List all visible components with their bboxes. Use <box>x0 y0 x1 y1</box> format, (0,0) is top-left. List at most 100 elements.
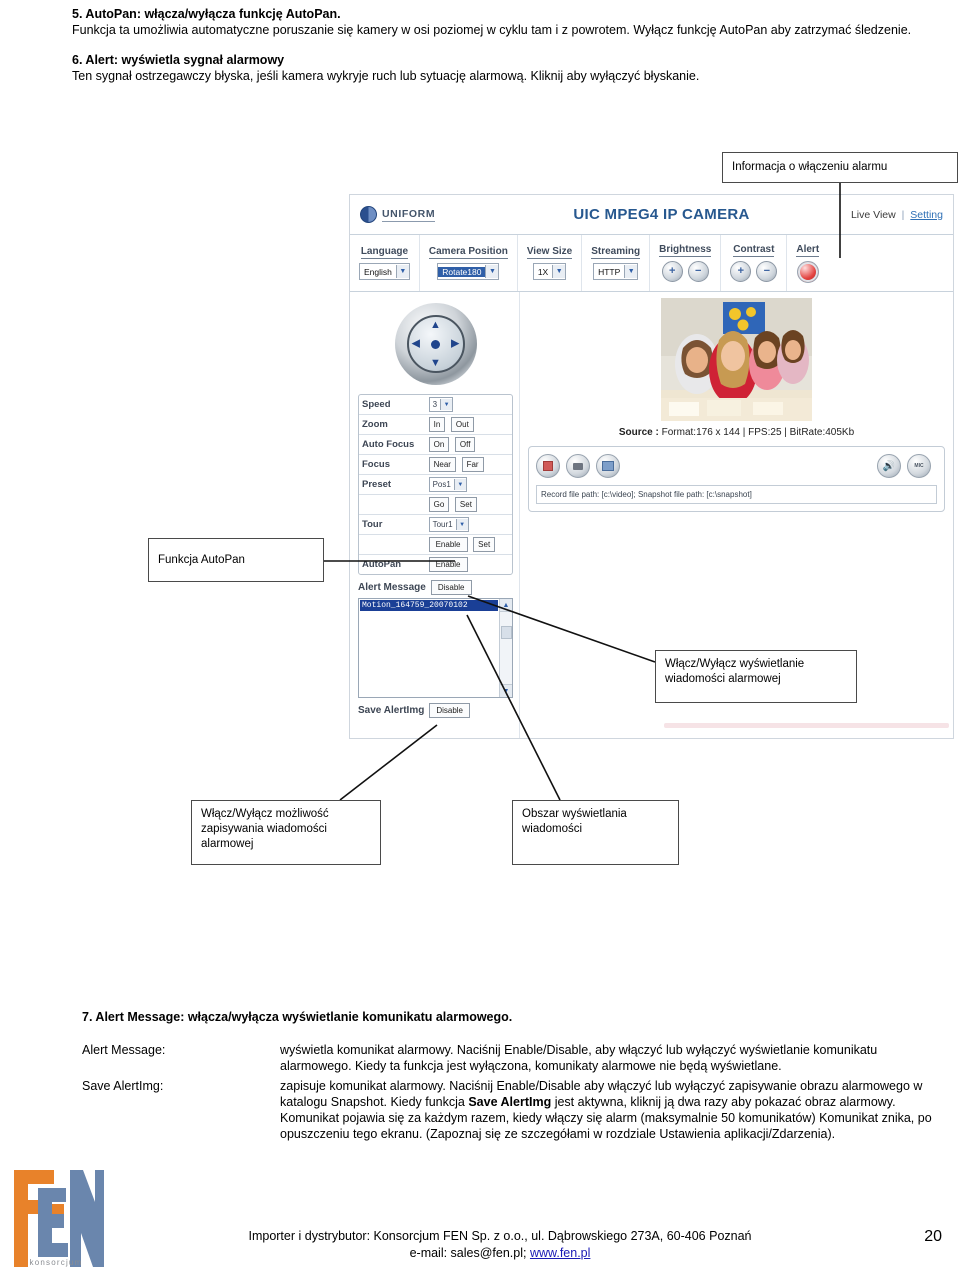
streaming-select[interactable]: HTTP ▼ <box>593 263 639 280</box>
rec-button[interactable] <box>536 454 560 478</box>
arrow-down-icon[interactable]: ▼ <box>430 358 441 369</box>
source-prefix: Source : <box>618 427 659 438</box>
view-size-value: 1X <box>537 266 549 277</box>
callout-message-area: Obszar wyświetlania wiadomości <box>512 800 679 865</box>
chevron-down-icon: ▼ <box>395 265 409 278</box>
preset-go-button[interactable]: Go <box>428 497 450 512</box>
media-panel: 🔊 MIC Record file path: [c:\video]; Snap… <box>528 446 945 512</box>
section5-body: Funkcja ta umożliwia automatyczne porusz… <box>72 23 912 37</box>
alert-message-listbox[interactable]: Motion_164759_20070102 ▲ ▼ <box>358 598 513 698</box>
label-view-size: View Size <box>526 246 573 259</box>
nav-setting[interactable]: Setting <box>910 209 943 221</box>
alert-message-disable-button[interactable]: Disable <box>430 580 472 595</box>
control-group-brightness: Brightness + − <box>650 235 722 291</box>
section7-definitions: Alert Message: wyświetla komunikat alarm… <box>82 1042 948 1146</box>
brightness-plus-button[interactable]: + <box>661 261 683 282</box>
file-path-bar[interactable]: Record file path: [c:\video]; Snapshot f… <box>536 485 937 504</box>
joystick-center-button[interactable] <box>431 339 440 349</box>
definition-term-alert-message: Alert Message: <box>82 1043 166 1057</box>
footer-website-link[interactable]: www.fen.pl <box>530 1246 590 1260</box>
ptz-label-tour: Tour <box>359 514 426 535</box>
table-row: Tour Tour1 ▼ <box>359 514 512 535</box>
desc-bold: Save AlertImg <box>468 1095 552 1109</box>
brightness-minus-button[interactable]: − <box>687 261 709 282</box>
preset-value: Pos1 <box>432 480 451 489</box>
list-item[interactable]: Motion_164759_20070102 <box>360 600 498 611</box>
contrast-plus-button[interactable]: + <box>730 261 752 282</box>
scroll-down-icon[interactable]: ▼ <box>500 684 512 697</box>
auto-focus-off-button[interactable]: Off <box>454 437 476 452</box>
control-group-alert: Alert <box>787 235 828 291</box>
uniform-logo-icon <box>360 206 377 223</box>
speed-select[interactable]: 3 ▼ <box>428 397 454 412</box>
snapshot-button[interactable] <box>566 454 590 478</box>
document-page: 5. AutoPan: włącza/wyłącza funkcję AutoP… <box>0 0 960 1279</box>
source-info: Source : Format:176 x 144 | FPS:25 | Bit… <box>528 427 945 438</box>
definition-desc-alert-message: wyświetla komunikat alarmowy. Naciśnij E… <box>280 1043 878 1073</box>
speaker-icon: 🔊 <box>882 460 896 472</box>
zoom-in-button[interactable]: In <box>428 417 446 432</box>
autopan-enable-button[interactable]: Enable <box>428 557 468 572</box>
ptz-joystick[interactable]: ▲ ▼ ◀ ▶ <box>394 303 477 385</box>
chevron-down-icon: ▼ <box>455 519 468 530</box>
scrollbar-thumb[interactable] <box>500 626 512 639</box>
focus-far-button[interactable]: Far <box>461 457 484 472</box>
video-preview[interactable] <box>661 298 812 421</box>
table-row: AutoPan Enable <box>359 555 512 575</box>
alert-message-row: Alert Message Disable <box>358 580 513 595</box>
path-button[interactable] <box>596 454 620 478</box>
auto-focus-on-button[interactable]: On <box>428 437 450 452</box>
callout-alarm-info: Informacja o włączeniu alarmu <box>722 152 958 183</box>
camera-position-value: Rotate180 <box>438 266 486 277</box>
section6-body: Ten sygnał ostrzegawczy błyska, jeśli ka… <box>72 69 700 83</box>
nav-separator: | <box>901 208 905 221</box>
camera-title: UIC MPEG4 IP CAMERA <box>573 206 750 223</box>
tour-set-button[interactable]: Set <box>473 537 496 552</box>
ptz-label-blank-1 <box>359 494 426 515</box>
camera-ui-body: ▲ ▼ ◀ ▶ Speed 3 ▼ Zoom In Out Auto Focus… <box>350 292 953 738</box>
microphone-icon: MIC <box>914 463 924 469</box>
tour-enable-button[interactable]: Enable <box>428 537 468 552</box>
save-alert-img-label: Save AlertImg <box>358 705 425 716</box>
brand: UNIFORM <box>360 206 530 223</box>
arrow-left-icon[interactable]: ◀ <box>412 338 420 350</box>
view-size-select[interactable]: 1X ▼ <box>532 263 567 280</box>
tour-value: Tour1 <box>432 520 453 529</box>
save-alert-img-disable-button[interactable]: Disable <box>429 703 471 718</box>
page-number: 20 <box>924 1228 942 1245</box>
control-group-streaming: Streaming HTTP ▼ <box>582 235 651 291</box>
control-group-language: Language English ▼ <box>350 235 420 291</box>
scroll-up-icon[interactable]: ▲ <box>500 599 512 612</box>
speaker-button[interactable]: 🔊 <box>877 454 901 478</box>
callout-alarm-info-text: Informacja o włączeniu alarmu <box>732 161 888 173</box>
media-buttons-row: 🔊 MIC <box>536 454 937 478</box>
tour-select[interactable]: Tour1 ▼ <box>428 517 469 532</box>
camera-position-select[interactable]: Rotate180 ▼ <box>437 263 500 280</box>
mic-button[interactable]: MIC <box>907 454 931 478</box>
table-row: Go Set <box>359 494 512 515</box>
alert-led-icon[interactable] <box>796 260 819 283</box>
chevron-down-icon: ▼ <box>624 265 638 278</box>
listbox-scrollbar[interactable]: ▲ ▼ <box>499 599 512 697</box>
ptz-column: ▲ ▼ ◀ ▶ Speed 3 ▼ Zoom In Out Auto Focus… <box>350 292 520 738</box>
table-row: Focus Near Far <box>359 454 512 475</box>
contrast-minus-button[interactable]: − <box>756 261 778 282</box>
fen-logo-caption: konsorcjum <box>29 1258 83 1267</box>
language-select[interactable]: English ▼ <box>359 263 410 280</box>
ptz-settings-table: Speed 3 ▼ Zoom In Out Auto Focus On Off … <box>358 394 513 575</box>
zoom-out-button[interactable]: Out <box>450 417 474 432</box>
chevron-down-icon: ▼ <box>485 265 499 278</box>
arrow-right-icon[interactable]: ▶ <box>451 338 459 350</box>
table-row: Enable Set <box>359 534 512 555</box>
arrow-up-icon[interactable]: ▲ <box>430 320 441 331</box>
label-contrast: Contrast <box>733 244 775 257</box>
brightness-controls: + − <box>661 261 709 282</box>
footer-email: e-mail: sales@fen.pl; <box>409 1246 530 1260</box>
chevron-down-icon: ▼ <box>453 479 466 490</box>
preset-set-button[interactable]: Set <box>454 497 477 512</box>
focus-near-button[interactable]: Near <box>428 457 456 472</box>
preset-select[interactable]: Pos1 ▼ <box>428 477 467 492</box>
camera-ui-screenshot: UNIFORM UIC MPEG4 IP CAMERA Live View | … <box>349 194 954 739</box>
nav-live-view[interactable]: Live View <box>851 209 896 221</box>
folder-icon <box>602 461 614 471</box>
